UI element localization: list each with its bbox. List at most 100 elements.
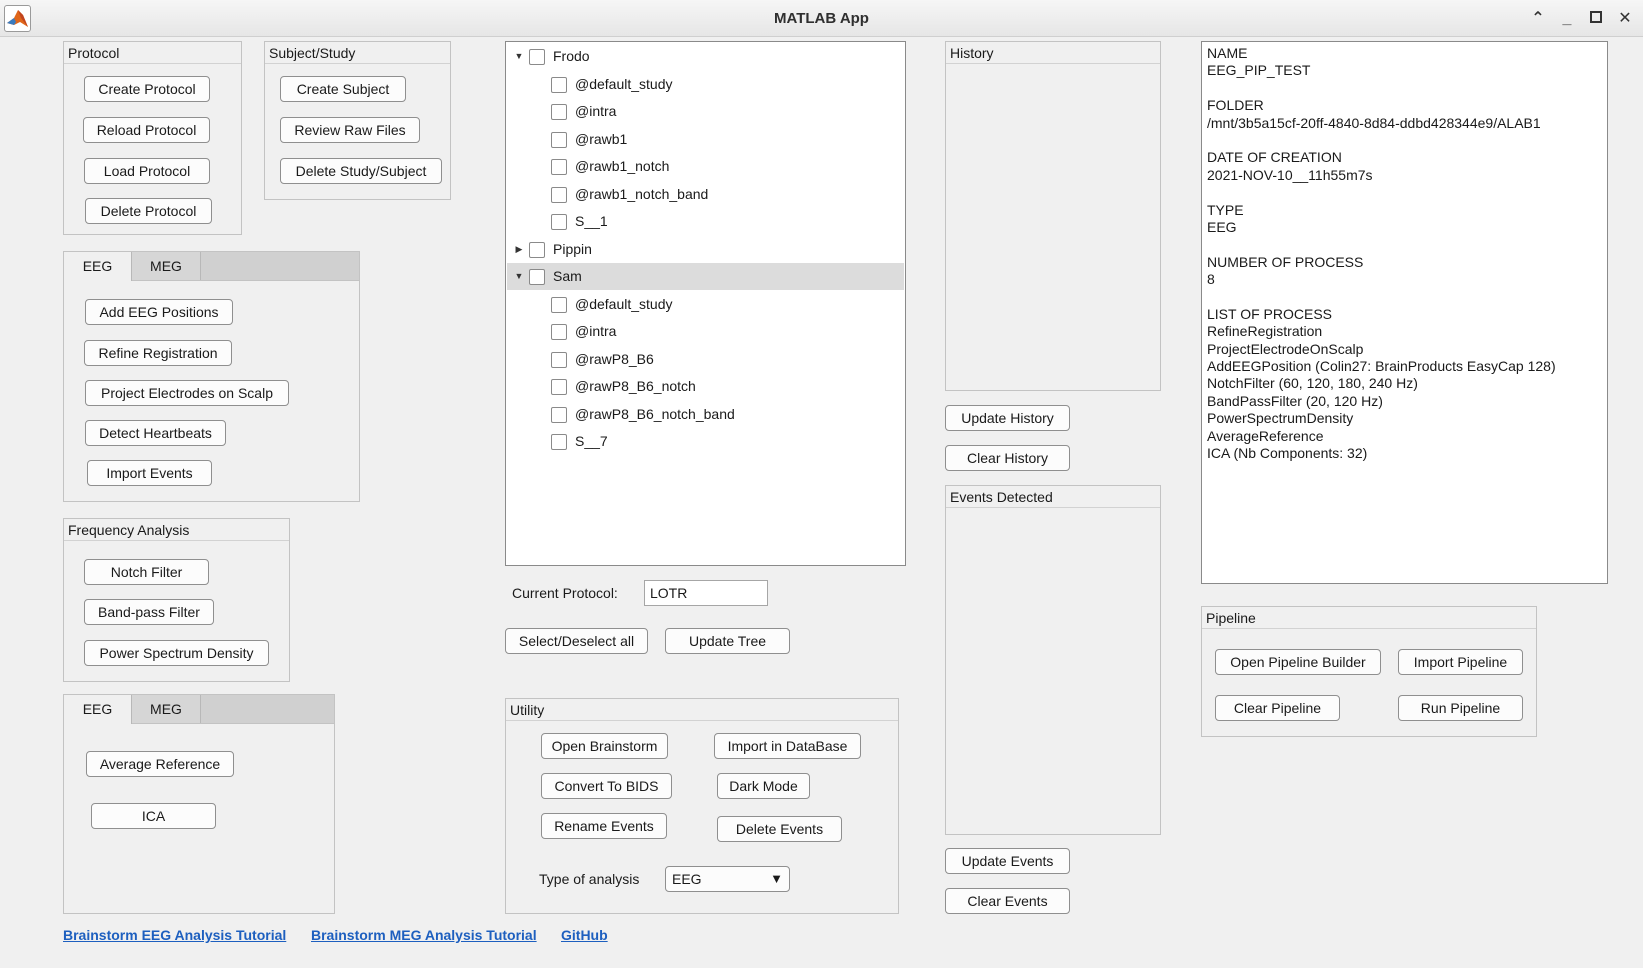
import-events-button[interactable]: Import Events	[87, 460, 212, 486]
update-events-button[interactable]: Update Events	[945, 848, 1070, 874]
tree-subject-node[interactable]: ▼ Frodo	[507, 43, 904, 70]
dropdown-arrow-icon: ▼	[770, 871, 783, 886]
subject-tree[interactable]: ▼ Frodo @default_study @intra @rawb1 @rawb1_n…	[505, 41, 906, 566]
tree-study-node[interactable]: @rawb1_notch	[507, 153, 904, 180]
eeg-tutorial-link[interactable]: Brainstorm EEG Analysis Tutorial	[63, 927, 286, 943]
tree-checkbox[interactable]	[551, 186, 567, 203]
tab-meg[interactable]: MEG	[132, 252, 201, 280]
protocol-info-textarea[interactable]: NAME EEG_PIP_TEST FOLDER/mnt/3b5a15cf-20ff…	[1201, 41, 1608, 584]
tree-node-label: @rawb1_notch_band	[575, 185, 709, 202]
convert-to-bids-button[interactable]: Convert To BIDS	[541, 773, 672, 799]
add-eeg-positions-button[interactable]: Add EEG Positions	[85, 299, 233, 325]
tree-checkbox[interactable]	[551, 434, 567, 450]
meg-tutorial-link[interactable]: Brainstorm MEG Analysis Tutorial	[311, 927, 537, 943]
tree-checkbox[interactable]	[529, 241, 545, 258]
tree-checkbox[interactable]	[551, 379, 567, 395]
delete-study-subject-button[interactable]: Delete Study/Subject	[280, 158, 442, 184]
analysis-type-dropdown[interactable]: EEG ▼	[665, 866, 790, 892]
create-subject-button[interactable]: Create Subject	[280, 76, 406, 102]
tree-node-label: @rawP8_B6	[575, 350, 654, 367]
tree-study-node[interactable]: @default_study	[507, 291, 904, 318]
tree-study-node[interactable]: @intra	[507, 98, 904, 125]
protocol-panel: Protocol Create Protocol Reload Protocol…	[63, 41, 242, 235]
clear-events-button[interactable]: Clear Events	[945, 888, 1070, 914]
tree-study-node[interactable]: @rawP8_B6_notch	[507, 373, 904, 400]
delete-events-button[interactable]: Delete Events	[717, 816, 842, 842]
tree-subject-node[interactable]: ▼ Sam	[507, 263, 904, 290]
update-history-button[interactable]: Update History	[945, 405, 1070, 431]
tree-checkbox[interactable]	[551, 159, 567, 175]
dark-mode-button[interactable]: Dark Mode	[717, 773, 810, 799]
clear-pipeline-button[interactable]: Clear Pipeline	[1215, 695, 1340, 721]
minimize-icon[interactable]: _	[1557, 9, 1577, 29]
frequency-analysis-panel: Frequency Analysis Notch Filter Band-pas…	[63, 518, 290, 682]
tree-checkbox[interactable]	[551, 214, 567, 230]
band-pass-filter-button[interactable]: Band-pass Filter	[84, 599, 214, 625]
run-pipeline-button[interactable]: Run Pipeline	[1398, 695, 1523, 721]
collapse-chevron-icon[interactable]: ⌃	[1528, 9, 1548, 29]
import-pipeline-button[interactable]: Import Pipeline	[1398, 649, 1523, 675]
load-protocol-button[interactable]: Load Protocol	[84, 158, 210, 184]
expanded-caret-icon[interactable]: ▼	[514, 271, 524, 281]
info-line: NAME	[1207, 45, 1248, 61]
tree-study-node[interactable]: @rawP8_B6_notch_band	[507, 401, 904, 428]
delete-protocol-button[interactable]: Delete Protocol	[85, 198, 212, 224]
info-line	[1207, 236, 1602, 253]
tree-checkbox[interactable]	[551, 296, 567, 313]
update-tree-button[interactable]: Update Tree	[665, 628, 790, 654]
open-brainstorm-button[interactable]: Open Brainstorm	[541, 733, 668, 759]
collapsed-caret-icon[interactable]: ▶	[514, 244, 524, 255]
tree-node-label: @rawP8_B6_notch_band	[575, 405, 735, 422]
tab-meg-bottom[interactable]: MEG	[132, 695, 201, 723]
tree-subject-node[interactable]: ▶ Pippin	[507, 236, 904, 263]
info-line: AddEEGPosition (Colin27: BrainProducts E…	[1207, 358, 1556, 375]
github-link[interactable]: GitHub	[561, 927, 608, 943]
tree-checkbox[interactable]	[529, 49, 545, 65]
close-icon[interactable]: ✕	[1615, 9, 1635, 29]
notch-filter-button[interactable]: Notch Filter	[84, 559, 209, 585]
tree-node-label: @default_study	[575, 295, 673, 312]
tree-checkbox[interactable]	[551, 131, 567, 148]
tree-study-node[interactable]: S__7	[507, 428, 904, 455]
window-title: MATLAB App	[774, 10, 869, 27]
tree-checkbox[interactable]	[551, 406, 567, 423]
rename-events-button[interactable]: Rename Events	[541, 813, 667, 839]
pipeline-panel-title: Pipeline	[1202, 607, 1536, 629]
title-bar: MATLAB App ⌃ _ ✕	[0, 0, 1643, 37]
tab-eeg[interactable]: EEG	[64, 252, 132, 281]
ica-button[interactable]: ICA	[91, 803, 216, 829]
power-spectrum-density-button[interactable]: Power Spectrum Density	[84, 640, 269, 666]
tree-study-node[interactable]: @rawb1	[507, 126, 904, 153]
select-deselect-all-button[interactable]: Select/Deselect all	[505, 628, 648, 654]
tree-checkbox[interactable]	[551, 76, 567, 93]
import-in-database-button[interactable]: Import in DataBase	[714, 733, 861, 759]
tree-study-node[interactable]: S__1	[507, 208, 904, 235]
refine-registration-button[interactable]: Refine Registration	[84, 340, 232, 366]
events-panel-title: Events Detected	[946, 486, 1160, 508]
info-line: TYPE	[1207, 201, 1244, 218]
tree-checkbox[interactable]	[551, 324, 567, 340]
average-reference-button[interactable]: Average Reference	[86, 751, 234, 777]
maximize-icon[interactable]	[1586, 9, 1606, 29]
open-pipeline-builder-button[interactable]: Open Pipeline Builder	[1215, 649, 1381, 675]
info-line: EEG	[1207, 218, 1237, 235]
referencing-tab-bar: EEG MEG	[64, 695, 334, 724]
review-raw-files-button[interactable]: Review Raw Files	[280, 117, 420, 143]
tree-study-node[interactable]: @rawP8_B6	[507, 346, 904, 373]
tree-checkbox[interactable]	[529, 269, 545, 285]
project-electrodes-button[interactable]: Project Electrodes on Scalp	[85, 380, 289, 406]
tree-node-label: Sam	[553, 268, 582, 284]
tree-study-node[interactable]: @default_study	[507, 71, 904, 98]
expanded-caret-icon[interactable]: ▼	[514, 51, 524, 61]
tab-eeg-bottom[interactable]: EEG	[64, 695, 132, 724]
current-protocol-field[interactable]: LOTR	[644, 580, 768, 606]
history-panel-title: History	[946, 42, 1160, 64]
detect-heartbeats-button[interactable]: Detect Heartbeats	[85, 420, 226, 446]
reload-protocol-button[interactable]: Reload Protocol	[83, 117, 210, 143]
tree-checkbox[interactable]	[551, 351, 567, 368]
clear-history-button[interactable]: Clear History	[945, 445, 1070, 471]
tree-study-node[interactable]: @rawb1_notch_band	[507, 181, 904, 208]
create-protocol-button[interactable]: Create Protocol	[84, 76, 210, 102]
tree-checkbox[interactable]	[551, 104, 567, 120]
tree-study-node[interactable]: @intra	[507, 318, 904, 345]
